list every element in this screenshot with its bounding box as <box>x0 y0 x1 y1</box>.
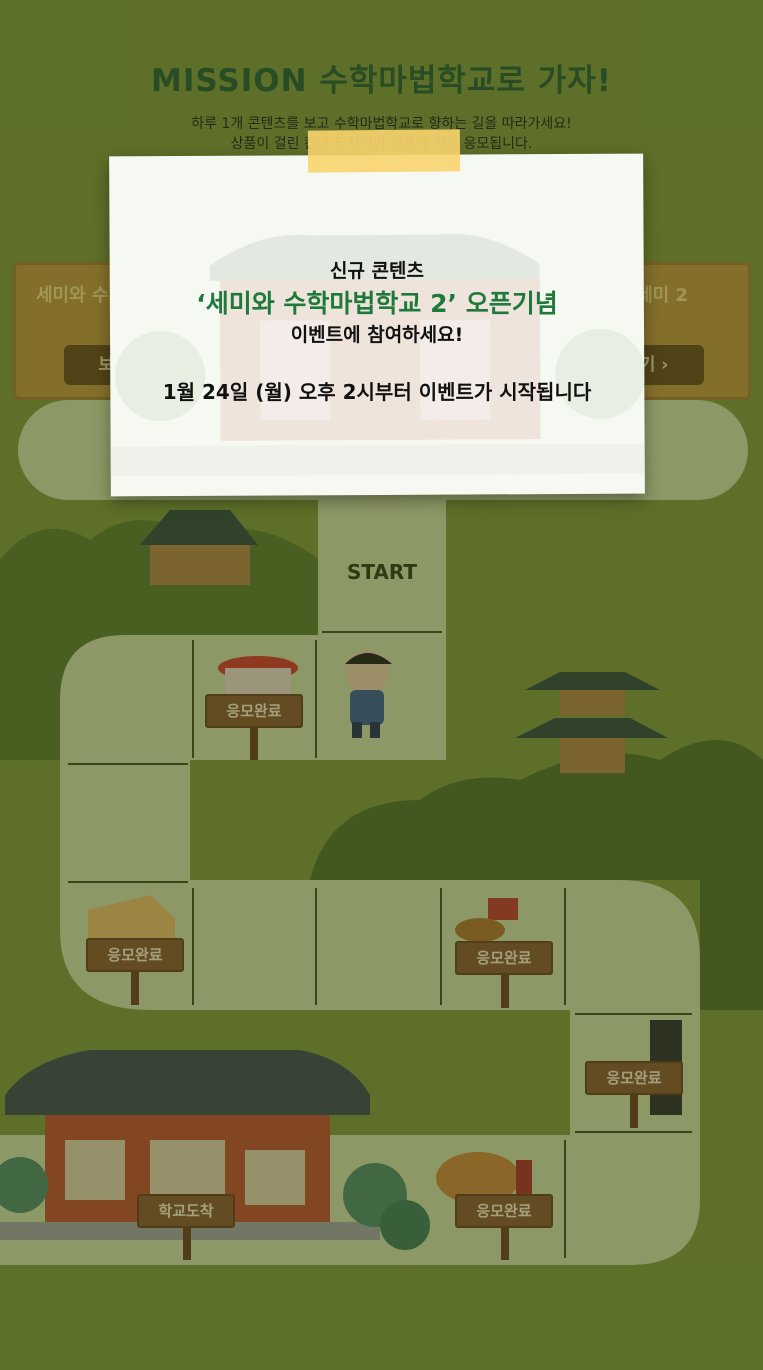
modal-line-participate: 이벤트에 참여하세요! <box>290 324 464 346</box>
modal-line-open-celebration: ‘세미와 수학마법학교 2’ 오픈기념 <box>196 289 558 318</box>
tape-decoration <box>307 129 461 173</box>
modal-line-start-date: 1월 24일 (월) 오후 2시부터 이벤트가 시작됩니다 <box>162 380 592 404</box>
mission-page: MISSION 수학마법학교로 가자! 하루 1개 콘텐츠를 보고 수학마법학교… <box>0 0 763 1370</box>
modal-line-new-content: 신규 콘텐츠 <box>329 260 424 282</box>
